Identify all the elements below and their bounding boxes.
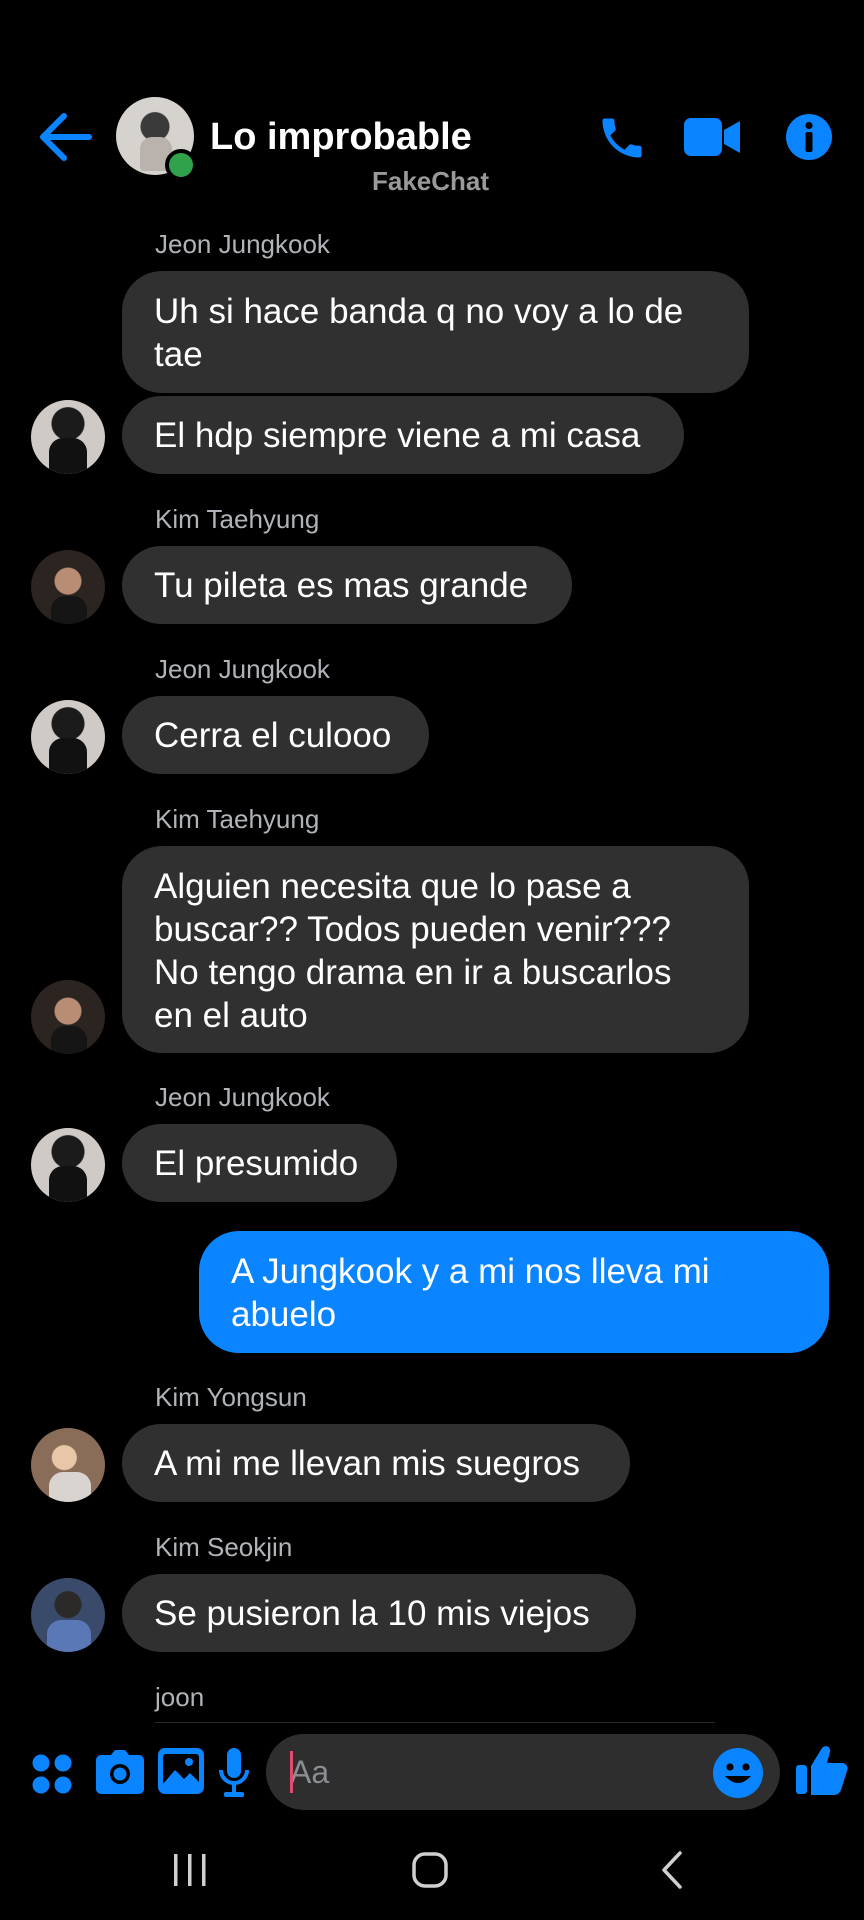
sender-avatar[interactable] [31,700,105,774]
message-bubble[interactable]: El hdp siempre viene a mi casa [122,396,684,474]
info-icon[interactable] [784,112,834,162]
camera-icon[interactable] [96,1750,144,1794]
message-text: Se pusieron la 10 mis viejos [154,1593,590,1633]
chat-title[interactable]: Lo improbable [210,112,472,162]
home-button[interactable] [412,1852,448,1888]
sender-name: Kim Yongsun [155,1382,307,1412]
sender-avatar[interactable] [31,400,105,474]
video-camera-icon[interactable] [684,116,740,158]
sender-avatar[interactable] [31,1128,105,1202]
message-bubble[interactable]: Alguien necesita que lo pase a buscar?? … [122,846,749,1053]
message-bubble[interactable]: A mi me llevan mis suegros [122,1424,630,1502]
chat-header: Lo improbable FakeChat [0,0,864,210]
message-bubble[interactable]: Cerra el culooo [122,696,429,774]
apps-icon[interactable] [30,1752,74,1796]
message-text: A Jungkook y a mi nos lleva mi abuelo [231,1252,710,1334]
sender-avatar[interactable] [31,980,105,1054]
message-input[interactable] [266,1734,780,1810]
divider [155,1722,715,1723]
message-text: El hdp siempre viene a mi casa [154,415,641,455]
sender-avatar[interactable] [31,1578,105,1652]
message-text: A mi me llevan mis suegros [154,1443,580,1483]
sender-name: Kim Taehyung [155,804,320,834]
message-text: El presumido [154,1143,359,1183]
message-text: Tu pileta es mas grande [154,565,529,605]
message-text: Alguien necesita que lo pase a buscar?? … [154,867,672,1035]
sender-name: Jeon Jungkook [155,1082,330,1112]
phone-icon[interactable] [596,112,648,164]
message-bubble[interactable]: El presumido [122,1124,397,1202]
message-text: Uh si hace banda q no voy a lo de tae [154,292,684,374]
message-bubble[interactable]: Uh si hace banda q no voy a lo de tae [122,271,749,393]
sender-name: joon [155,1682,205,1712]
message-bubble[interactable]: Se pusieron la 10 mis viejos [122,1574,636,1652]
text-cursor [290,1751,293,1793]
message-bubble[interactable]: Tu pileta es mas grande [122,546,572,624]
sender-avatar[interactable] [31,1428,105,1502]
sender-name: Jeon Jungkook [155,654,330,684]
thumbs-up-icon[interactable] [796,1744,848,1796]
back-arrow-icon[interactable] [38,112,92,162]
gallery-icon[interactable] [158,1748,204,1794]
chat-subtitle: FakeChat [372,166,490,196]
outgoing-message-bubble[interactable]: A Jungkook y a mi nos lleva mi abuelo [199,1231,829,1353]
online-status-indicator [165,149,197,181]
sender-avatar[interactable] [31,550,105,624]
nav-back-button[interactable] [660,1850,684,1890]
microphone-icon[interactable] [218,1748,250,1798]
sender-name: Kim Seokjin [155,1532,293,1562]
message-text: Cerra el culooo [154,715,392,755]
emoji-icon[interactable] [712,1747,764,1799]
recent-apps-button[interactable] [170,1852,210,1888]
sender-name: Jeon Jungkook [155,229,330,259]
sender-name: Kim Taehyung [155,504,320,534]
